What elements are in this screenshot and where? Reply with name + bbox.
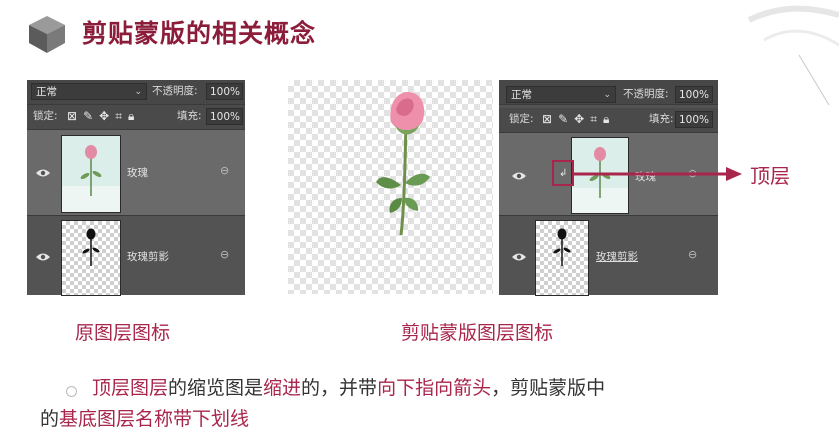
- callout-highlight-box: [552, 160, 574, 186]
- canvas-preview: [288, 80, 493, 294]
- eye-icon[interactable]: [511, 252, 527, 262]
- callout-arrow: [574, 167, 742, 181]
- chevron-down-icon: ⌄: [134, 87, 142, 97]
- bullet: [66, 386, 77, 397]
- lock-icon[interactable]: 🔒︎: [603, 112, 609, 127]
- layer-row-silhouette-base[interactable]: 玫瑰剪影 ⊖: [499, 216, 718, 296]
- move-icon[interactable]: ✥: [99, 109, 109, 123]
- decorative-swoosh: [747, 5, 839, 106]
- fill-label: 填充:: [649, 113, 674, 125]
- page-title: 剪贴蒙版的相关概念: [82, 19, 317, 48]
- layer-name: 玫瑰剪影: [127, 251, 169, 263]
- fill-label: 填充:: [177, 110, 202, 122]
- layer-thumbnail-silhouette: [61, 220, 121, 296]
- blend-mode-select[interactable]: 正常 ⌄: [506, 86, 616, 103]
- blend-mode-select[interactable]: 正常 ⌄: [31, 83, 147, 100]
- opacity-label: 不透明度:: [623, 88, 669, 100]
- chevron-down-icon: ⌄: [603, 90, 611, 100]
- layer-thumbnail-silhouette: [535, 220, 589, 296]
- lock-label: 锁定:: [33, 110, 58, 122]
- opacity-label: 不透明度:: [152, 85, 198, 97]
- layers-panel-clipping-mask: 正常 ⌄ 不透明度: 100% 锁定: ⊠ ✎ ✥ ⌗ 🔒︎ 填充: 100% ↲ 玫瑰 …: [499, 80, 718, 296]
- caption-clipping-mask: 剪贴蒙版图层图标: [401, 322, 554, 344]
- callout-label: 顶层: [750, 164, 790, 188]
- layer-row-silhouette[interactable]: 玫瑰剪影 ⊖: [27, 216, 245, 296]
- layer-name-underlined: 玫瑰剪影: [596, 251, 638, 263]
- opacity-input[interactable]: 100%: [675, 86, 713, 103]
- opacity-input[interactable]: 100%: [206, 83, 243, 100]
- eye-icon[interactable]: [511, 171, 527, 181]
- lock-icon[interactable]: 🔒︎: [128, 109, 134, 124]
- eye-icon[interactable]: [35, 252, 51, 262]
- lock-label: 锁定:: [509, 113, 534, 125]
- layer-name: 玫瑰: [127, 167, 148, 179]
- layer-thumbnail-rose: [61, 135, 121, 213]
- artboard-icon[interactable]: ⌗: [590, 112, 597, 127]
- link-icon[interactable]: ⊖: [220, 248, 229, 261]
- body-text-line-1: 顶层图层的缩览图是缩进的，并带向下指向箭头，剪贴蒙版中: [92, 377, 606, 399]
- move-icon[interactable]: ✥: [574, 112, 584, 126]
- lock-pixels-icon[interactable]: ⊠: [542, 112, 552, 126]
- caption-original: 原图层图标: [75, 322, 171, 344]
- brush-icon[interactable]: ✎: [83, 109, 93, 123]
- brush-icon[interactable]: ✎: [558, 112, 568, 126]
- layers-panel-original: 正常 ⌄ 不透明度: 100% 锁定: ⊠ ✎ ✥ ⌗ 🔒︎ 填充: 100% 玫瑰 ⊖: [27, 80, 245, 296]
- lock-pixels-icon[interactable]: ⊠: [67, 109, 77, 123]
- fill-input[interactable]: 100%: [206, 108, 243, 125]
- body-text-line-2: 的基底图层名称带下划线: [40, 408, 250, 430]
- layer-row-rose[interactable]: 玫瑰 ⊖: [27, 130, 245, 215]
- link-icon[interactable]: ⊖: [688, 248, 697, 261]
- fill-input[interactable]: 100%: [675, 111, 713, 128]
- artboard-icon[interactable]: ⌗: [115, 109, 122, 124]
- link-icon[interactable]: ⊖: [220, 164, 229, 177]
- eye-icon[interactable]: [35, 168, 51, 178]
- rose-image: [376, 92, 430, 236]
- cube-icon: [29, 16, 65, 53]
